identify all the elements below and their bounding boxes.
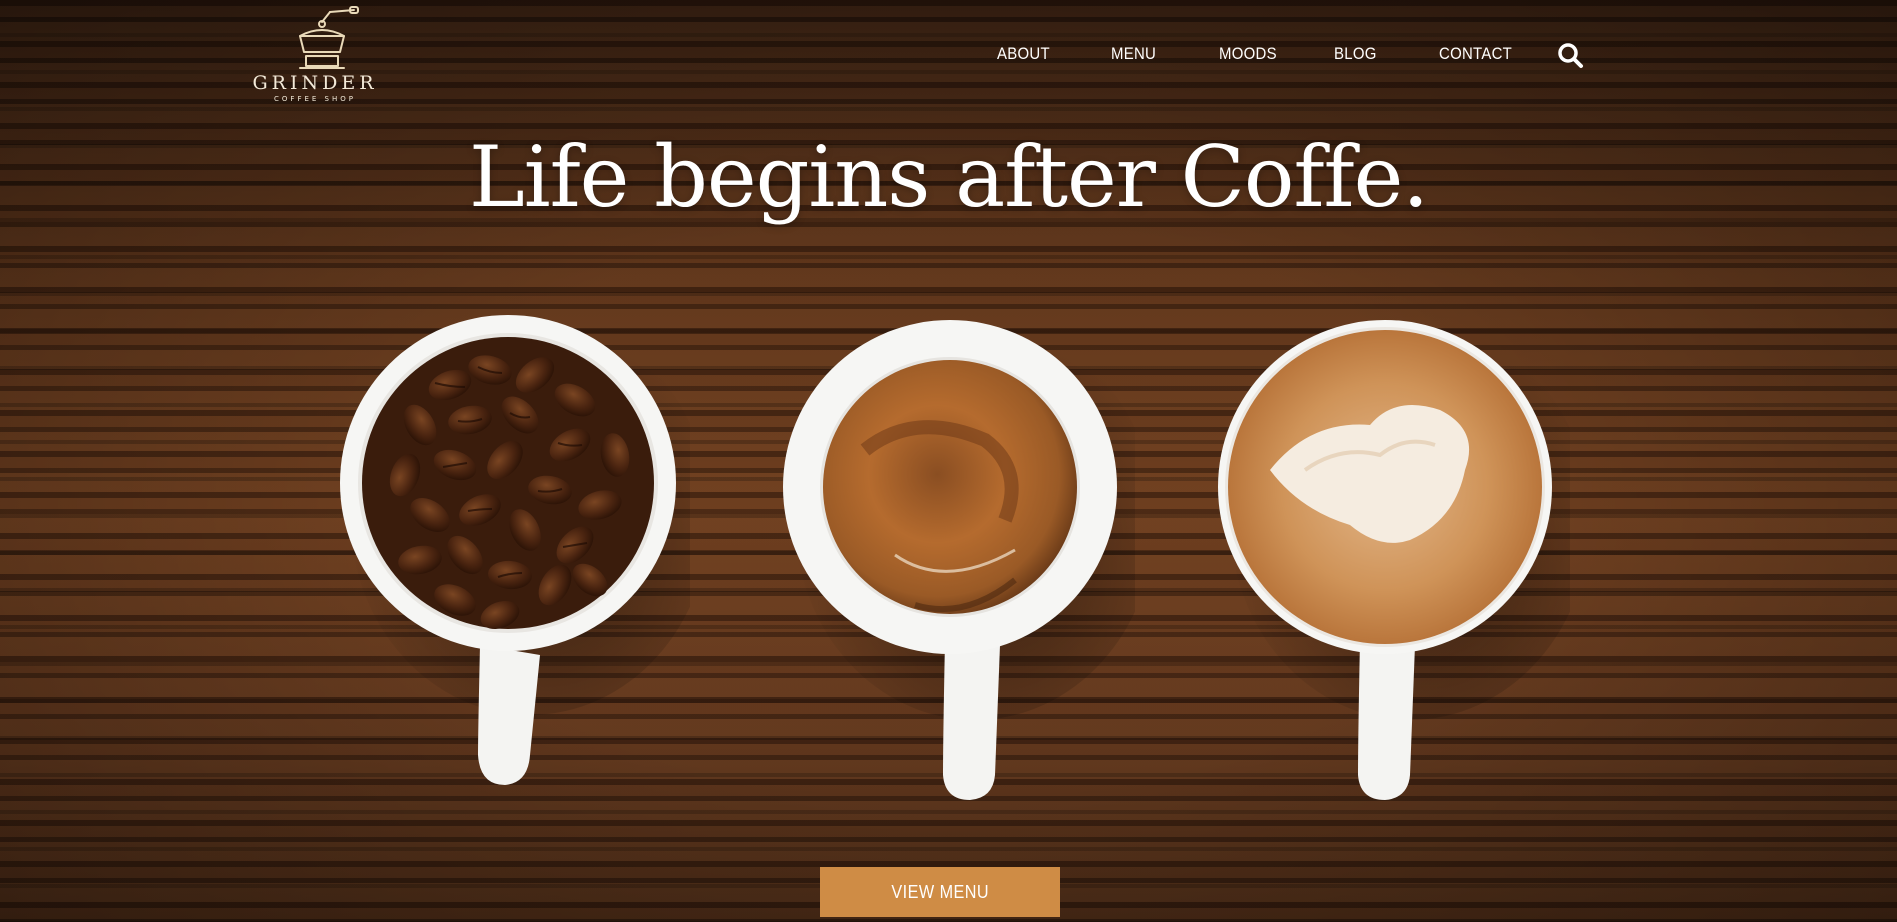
brand-name: GRINDER bbox=[252, 72, 378, 94]
nav-item-about[interactable]: ABOUT bbox=[997, 44, 1050, 64]
cup-of-latte-art bbox=[1218, 320, 1570, 800]
cup-of-espresso bbox=[783, 320, 1135, 800]
view-menu-label: VIEW MENU bbox=[891, 881, 989, 902]
main-nav: ABOUT MENU MOODS BLOG CONTACT bbox=[0, 40, 1897, 70]
cup-of-coffee-beans bbox=[340, 315, 690, 785]
nav-item-contact[interactable]: CONTACT bbox=[1439, 44, 1512, 64]
search-icon[interactable] bbox=[1555, 40, 1585, 70]
brand-tagline: COFFEE SHOP bbox=[274, 95, 356, 103]
nav-item-blog[interactable]: BLOG bbox=[1334, 44, 1377, 64]
nav-item-menu[interactable]: MENU bbox=[1111, 44, 1156, 64]
view-menu-button[interactable]: VIEW MENU bbox=[820, 867, 1060, 917]
nav-item-moods[interactable]: MOODS bbox=[1219, 44, 1277, 64]
hero-headline: Life begins after Coffe. bbox=[468, 128, 1429, 226]
hero-background: GRINDER COFFEE SHOP ABOUT MENU MOODS BLO… bbox=[0, 0, 1897, 922]
